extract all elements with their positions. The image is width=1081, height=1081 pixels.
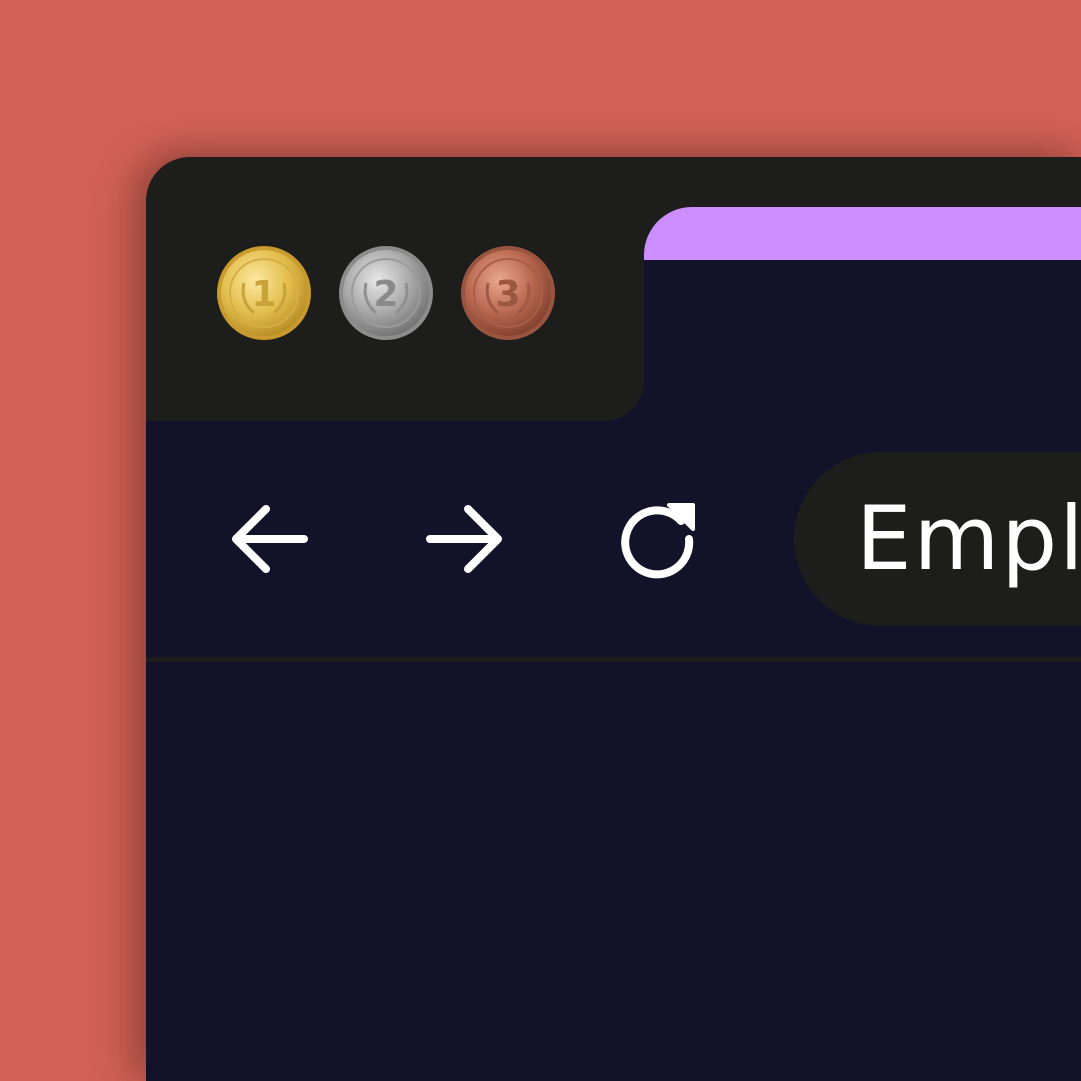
forward-button[interactable] [424, 499, 504, 579]
active-tab[interactable] [644, 207, 1081, 260]
arrow-left-icon [232, 505, 308, 573]
arrow-right-icon [426, 505, 502, 573]
reload-icon [621, 503, 695, 579]
address-bar[interactable]: Empl [794, 452, 1081, 626]
window-controls: 1 2 3 [216, 245, 556, 341]
medal-number: 1 [251, 274, 276, 315]
silver-medal-2-icon[interactable]: 2 [338, 245, 434, 341]
address-text: Empl [856, 487, 1081, 590]
toolbar-divider [146, 657, 1081, 662]
gold-medal-1-icon[interactable]: 1 [216, 245, 312, 341]
medal-number: 2 [373, 274, 398, 315]
browser-window: 1 2 3 Empl [146, 157, 1081, 1081]
bronze-medal-3-icon[interactable]: 3 [460, 245, 556, 341]
back-button[interactable] [230, 499, 310, 579]
medal-number: 3 [495, 274, 520, 315]
reload-button[interactable] [617, 499, 697, 579]
